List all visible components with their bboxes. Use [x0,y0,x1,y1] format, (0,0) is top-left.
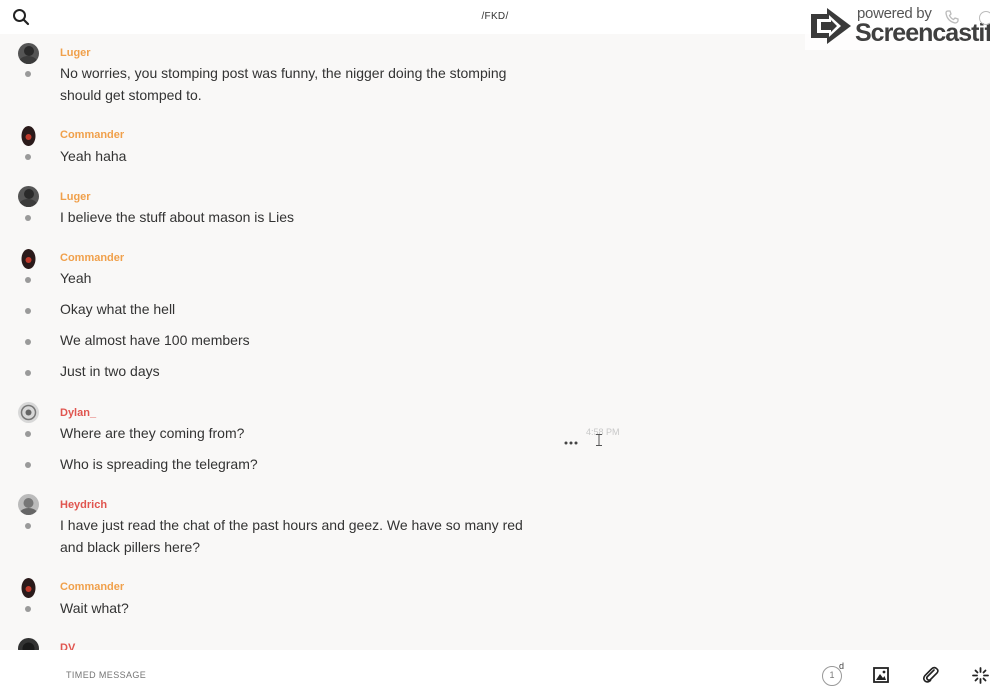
composer-bar: 1 d [0,650,990,700]
message-dot [25,370,31,376]
phone-icon[interactable] [945,10,959,24]
message-dot [25,523,31,529]
paperclip-icon[interactable] [922,666,940,684]
message-dot [25,215,31,221]
avatar[interactable] [18,125,39,146]
avatar[interactable] [18,248,39,269]
message-dot [25,339,31,345]
message-text: Yeah haha [60,148,127,164]
text-cursor-icon [596,433,602,446]
message-dot [25,431,31,437]
message-text: Okay what the hell [60,301,176,317]
message-timestamp: 4:58 PM [586,427,620,437]
message-author[interactable]: Luger [60,191,91,203]
message-dot [25,71,31,77]
message-text: Just in two days [60,363,160,379]
avatar[interactable] [18,577,39,598]
message-text: Who is spreading the telegram? [60,456,258,472]
info-icon[interactable] [979,11,990,25]
timed-message-input[interactable] [66,670,366,680]
message-dot [25,154,31,160]
timer-button[interactable]: 1 d [822,661,848,688]
message-list: Luger No worries, you stomping post was … [0,34,990,650]
message-author[interactable]: Luger [60,47,91,59]
message-text: I believe the stuff about mason is Lies [60,209,294,225]
message-author[interactable]: Commander [60,129,124,141]
message-author[interactable]: Commander [60,252,124,264]
avatar[interactable] [18,402,39,423]
message-text: Yeah [60,270,92,286]
timer-unit: d [839,661,845,671]
message-text: No worries, you stomping post was funny,… [60,65,507,103]
avatar[interactable] [18,638,39,650]
avatar[interactable] [18,494,39,515]
sparkle-icon[interactable] [972,667,989,684]
message-dot [25,462,31,468]
more-options-icon[interactable] [564,432,578,445]
message-author[interactable]: Heydrich [60,499,107,511]
avatar[interactable] [18,43,39,64]
message-author[interactable]: Dylan_ [60,407,96,419]
avatar[interactable] [18,186,39,207]
message-text: I have just read the chat of the past ho… [60,517,523,555]
message-dot [25,277,31,283]
message-dot [25,308,31,314]
message-text: We almost have 100 members [60,332,250,348]
message-author[interactable]: Commander [60,581,124,593]
message-dot [25,606,31,612]
message-author[interactable]: DV [60,642,75,650]
message-text: Where are they coming from? [60,425,245,441]
message-text: Wait what? [60,600,129,616]
image-icon[interactable] [873,667,889,683]
